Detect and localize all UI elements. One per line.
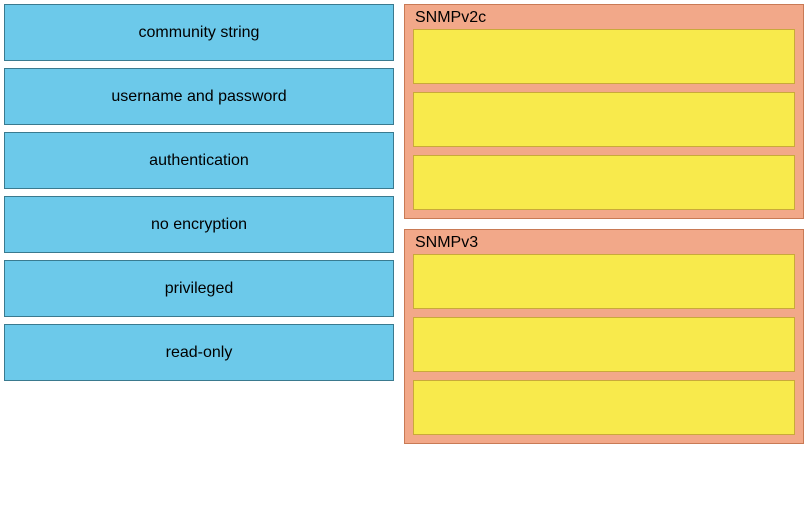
drop-slots: [413, 254, 795, 435]
drop-slots: [413, 29, 795, 210]
source-column: community string username and password a…: [4, 4, 394, 444]
source-item-username-password[interactable]: username and password: [4, 68, 394, 125]
drag-drop-container: community string username and password a…: [0, 0, 812, 448]
drop-slot[interactable]: [413, 254, 795, 309]
drop-zone-title: SNMPv3: [413, 234, 795, 252]
drop-zone-snmpv2c: SNMPv2c: [404, 4, 804, 219]
source-item-privileged[interactable]: privileged: [4, 260, 394, 317]
target-column: SNMPv2c SNMPv3: [404, 4, 804, 444]
drop-slot[interactable]: [413, 29, 795, 84]
source-item-read-only[interactable]: read-only: [4, 324, 394, 381]
drop-slot[interactable]: [413, 317, 795, 372]
drop-slot[interactable]: [413, 380, 795, 435]
drop-zone-title: SNMPv2c: [413, 9, 795, 27]
source-item-no-encryption[interactable]: no encryption: [4, 196, 394, 253]
drop-slot[interactable]: [413, 155, 795, 210]
source-item-community-string[interactable]: community string: [4, 4, 394, 61]
drop-slot[interactable]: [413, 92, 795, 147]
drop-zone-snmpv3: SNMPv3: [404, 229, 804, 444]
source-item-authentication[interactable]: authentication: [4, 132, 394, 189]
